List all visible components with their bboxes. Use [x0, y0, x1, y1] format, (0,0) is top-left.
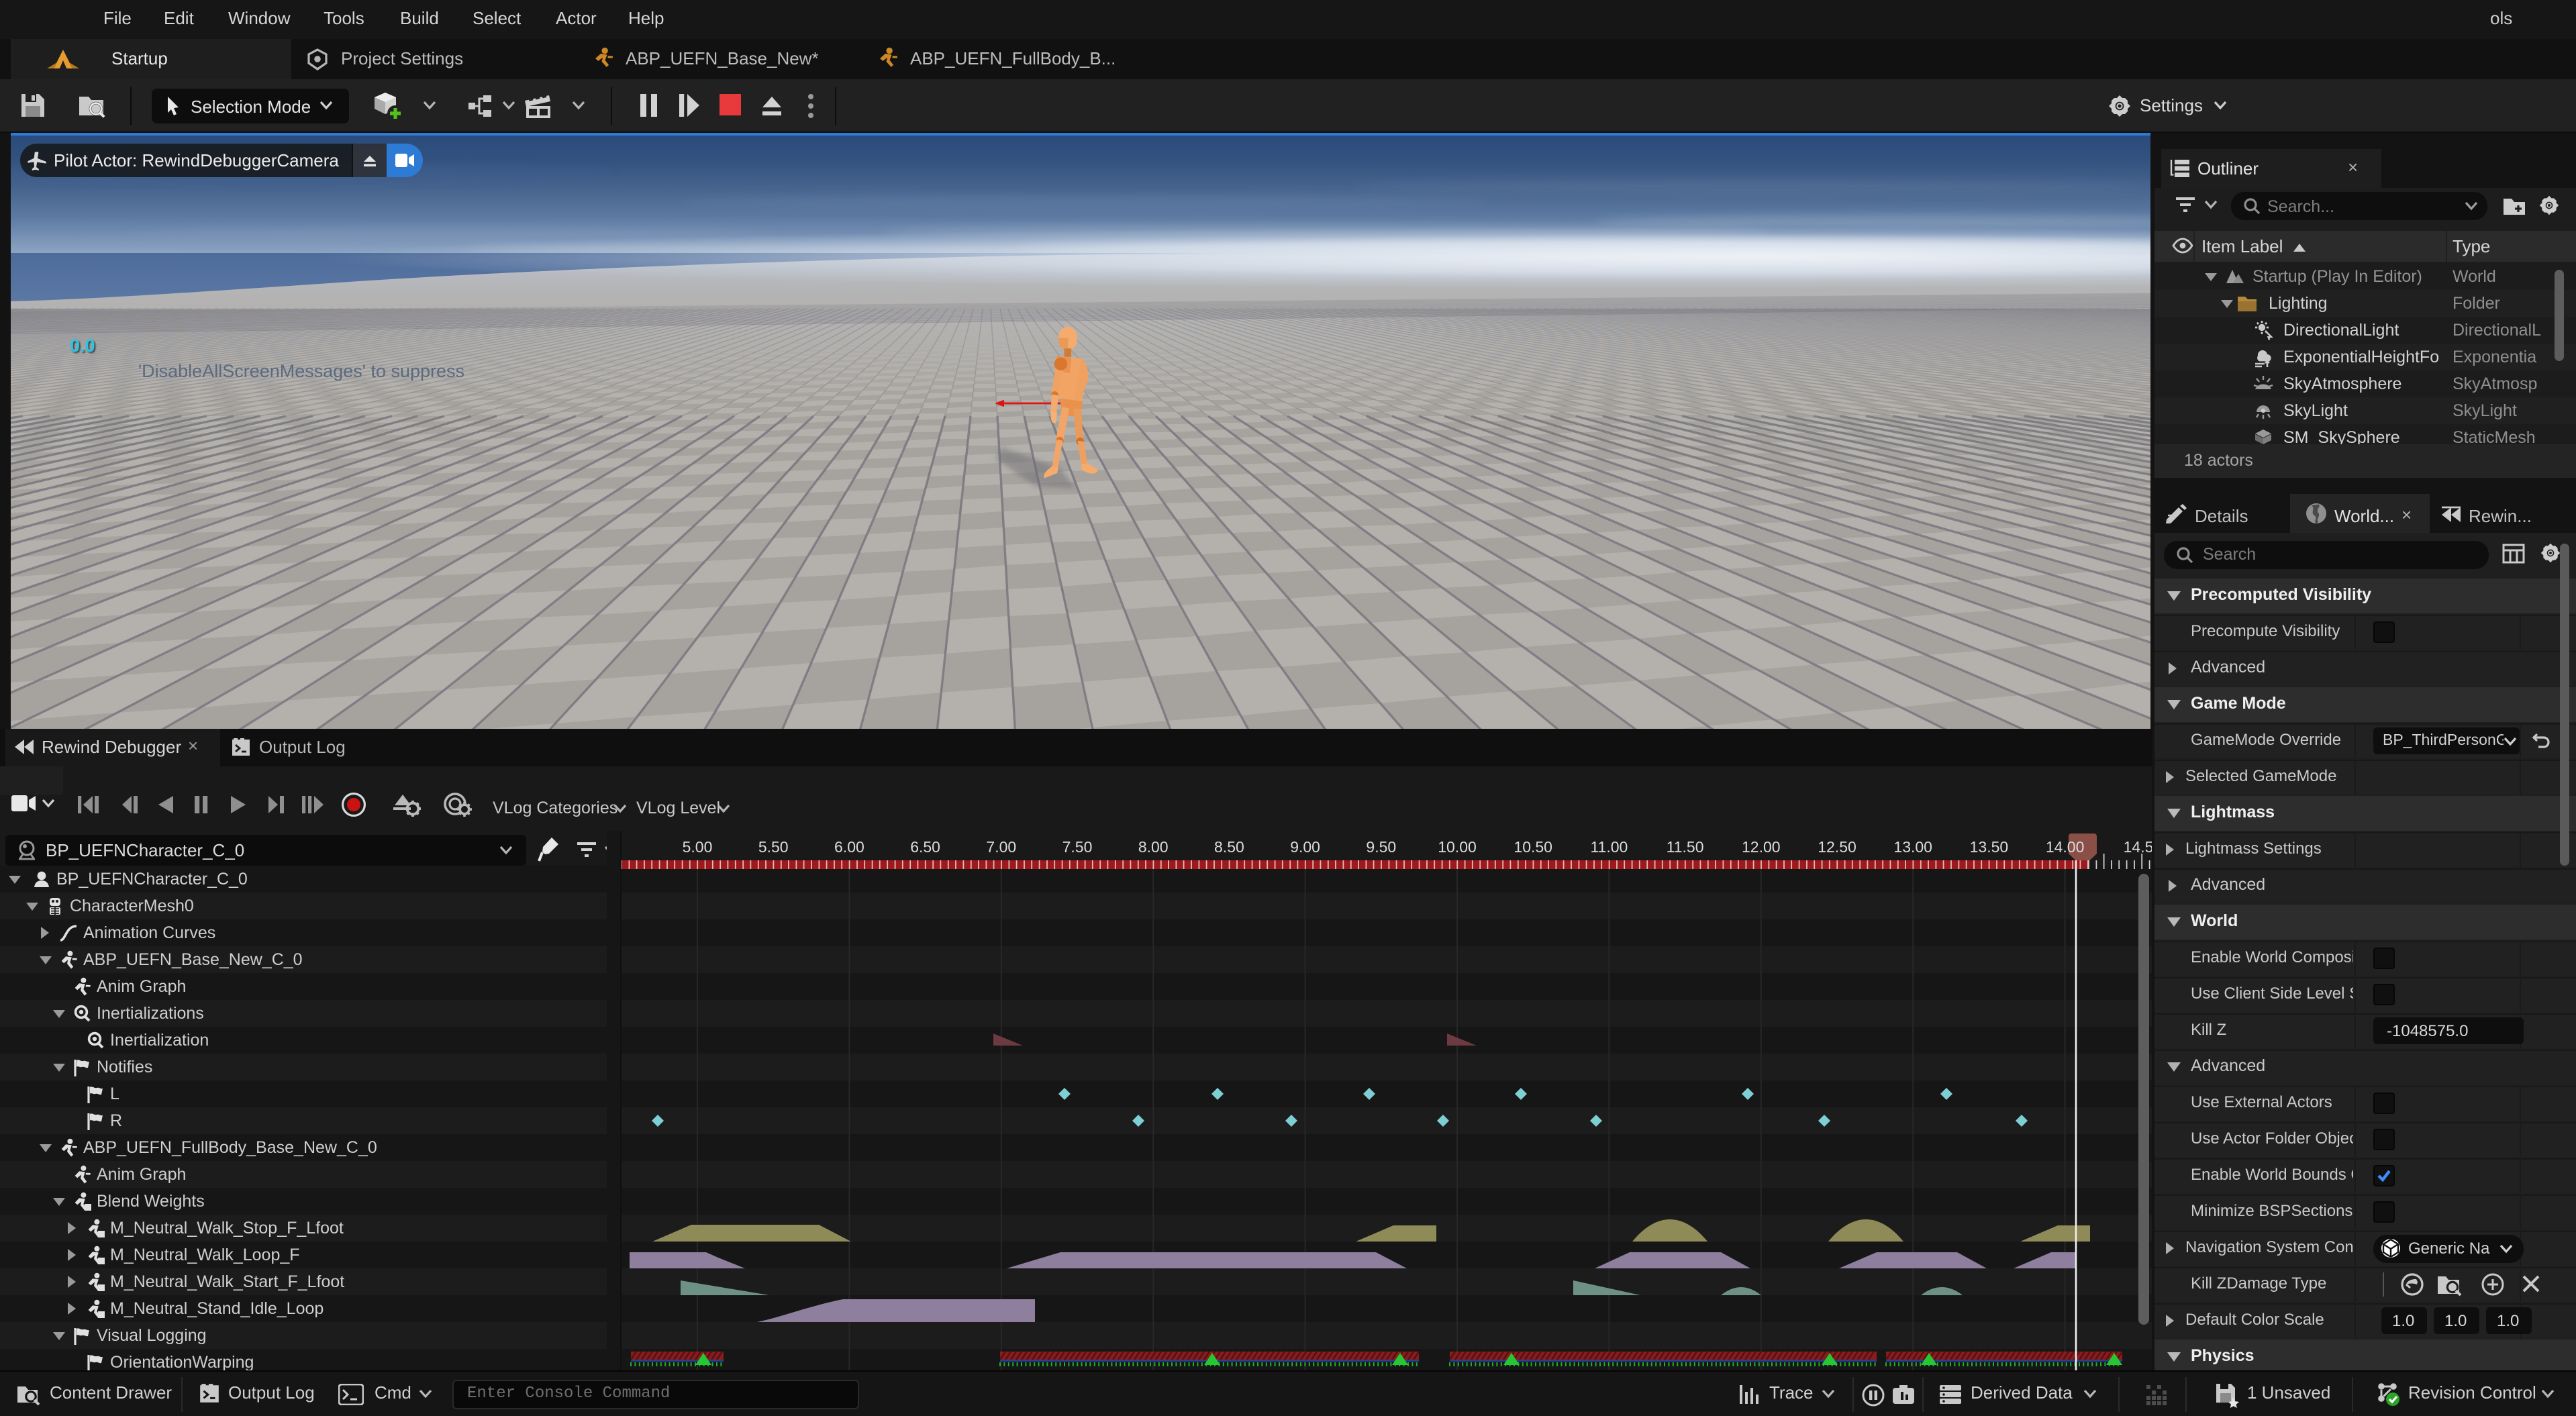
svg-text:5.50: 5.50 [758, 838, 789, 856]
svg-text:10.50: 10.50 [1514, 838, 1552, 856]
svg-text:13.00: 13.00 [1893, 838, 1932, 856]
svg-text:6.00: 6.00 [834, 838, 864, 856]
svg-text:14.00: 14.00 [2046, 838, 2085, 856]
svg-text:5.00: 5.00 [683, 838, 713, 856]
svg-text:12.50: 12.50 [1818, 838, 1856, 856]
svg-text:12.00: 12.00 [1742, 838, 1781, 856]
svg-text:10.00: 10.00 [1438, 838, 1477, 856]
svg-text:14.5: 14.5 [2124, 838, 2152, 856]
svg-text:7.50: 7.50 [1062, 838, 1093, 856]
svg-text:11.50: 11.50 [1667, 838, 1704, 856]
svg-text:9.50: 9.50 [1366, 838, 1396, 856]
svg-text:8.50: 8.50 [1214, 838, 1244, 856]
svg-text:11.00: 11.00 [1590, 838, 1628, 856]
svg-text:6.50: 6.50 [910, 838, 940, 856]
svg-text:8.00: 8.00 [1138, 838, 1169, 856]
svg-text:13.50: 13.50 [1970, 838, 2009, 856]
svg-text:9.00: 9.00 [1290, 838, 1320, 856]
svg-text:7.00: 7.00 [986, 838, 1016, 856]
